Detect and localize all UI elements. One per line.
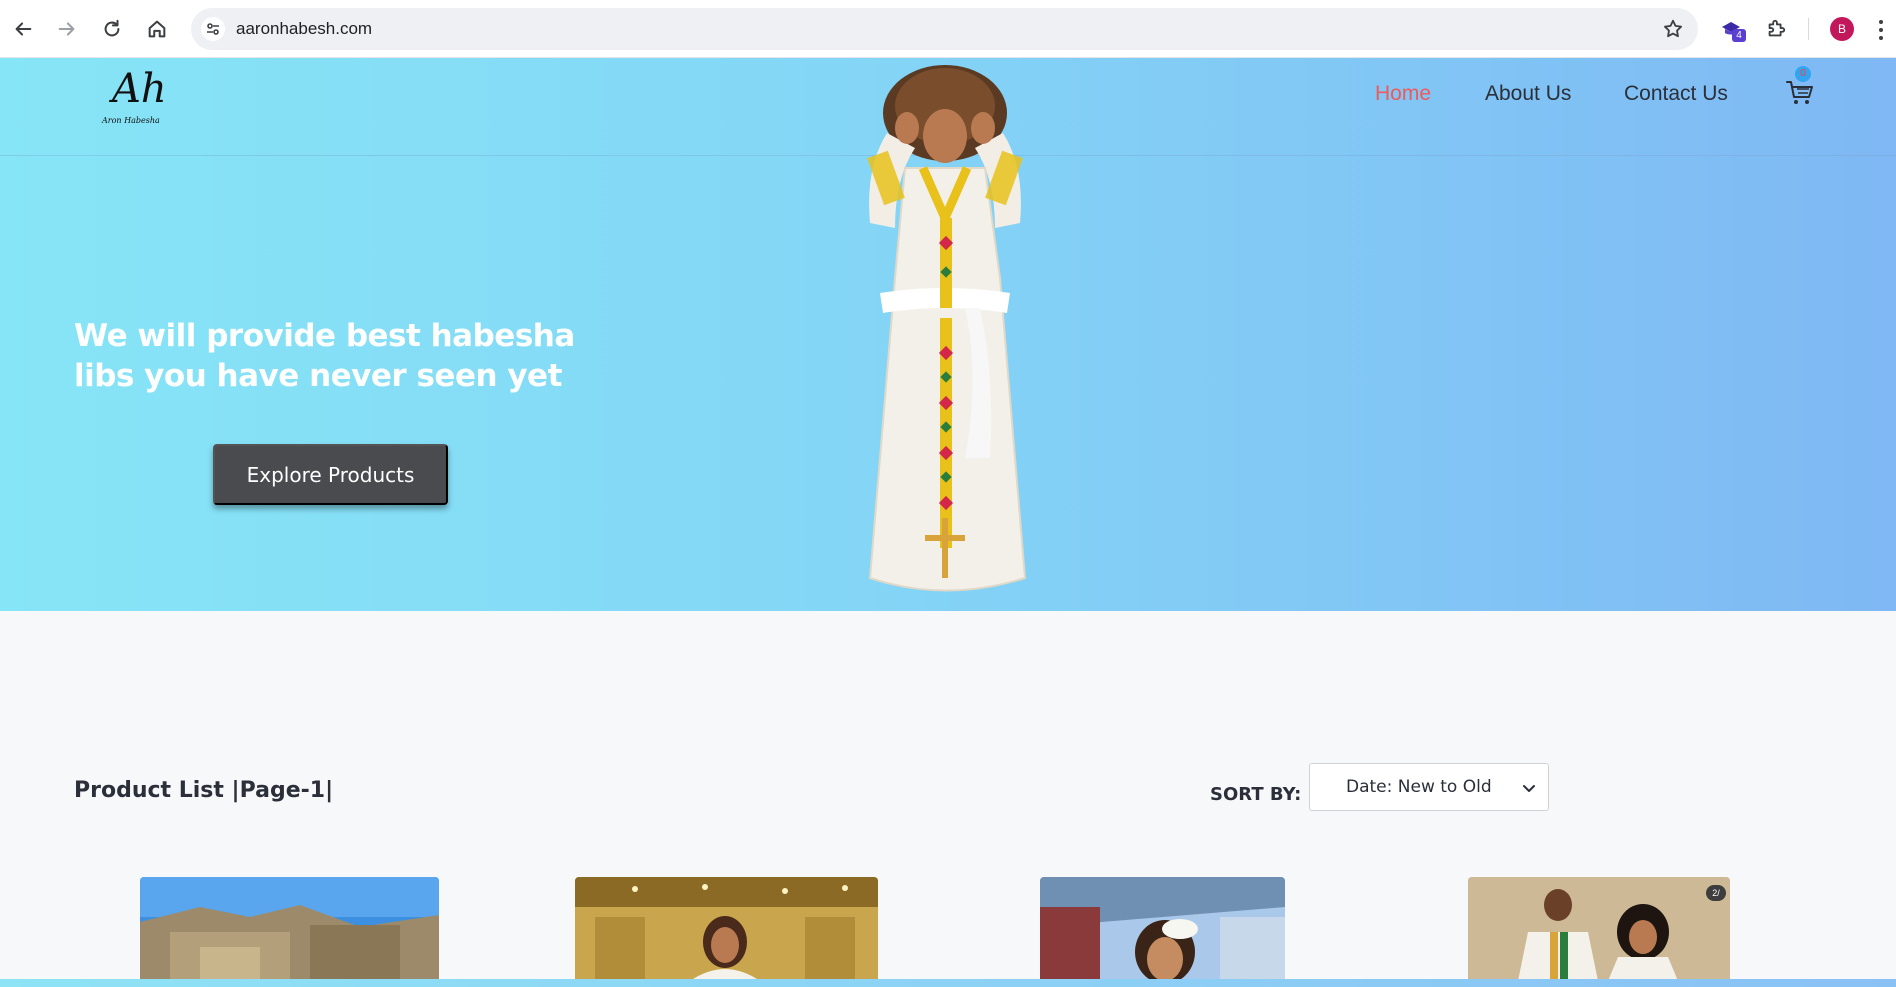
explore-products-button[interactable]: Explore Products bbox=[213, 444, 448, 505]
nav-contact-us[interactable]: Contact Us bbox=[1624, 82, 1728, 122]
hero-title: We will provide best habesha libs you ha… bbox=[74, 318, 575, 394]
extension-badge: 4 bbox=[1732, 29, 1746, 42]
sort-select[interactable]: Date: New to Old bbox=[1309, 763, 1549, 811]
address-bar[interactable]: aaronhabesh.com bbox=[191, 8, 1698, 50]
hero-model-image bbox=[795, 58, 1095, 611]
chevron-down-icon bbox=[1523, 785, 1535, 792]
product-card-image[interactable]: 2/ bbox=[1468, 877, 1730, 981]
cart-count-badge: 0 bbox=[1795, 66, 1811, 82]
puzzle-icon[interactable] bbox=[1763, 16, 1789, 42]
product-card-image[interactable] bbox=[575, 877, 878, 981]
sort-select-value: Date: New to Old bbox=[1346, 777, 1492, 797]
logo-mark: Ah bbox=[112, 66, 167, 112]
product-list-title: Product List |Page-1| bbox=[74, 778, 334, 803]
back-icon[interactable] bbox=[8, 14, 38, 44]
bookmark-star-icon[interactable] bbox=[1662, 18, 1684, 40]
product-card-image[interactable] bbox=[140, 877, 439, 981]
nav-about-us[interactable]: About Us bbox=[1485, 82, 1571, 122]
toolbar-divider bbox=[1808, 18, 1809, 40]
url-text[interactable]: aaronhabesh.com bbox=[236, 19, 372, 39]
home-icon[interactable] bbox=[142, 14, 172, 44]
nav-home[interactable]: Home bbox=[1375, 82, 1431, 122]
hero-section: Ah Aron Habesha Home About Us Contact Us… bbox=[0, 58, 1896, 611]
forward-icon[interactable] bbox=[52, 14, 82, 44]
browser-toolbar: aaronhabesh.com 4 B bbox=[0, 0, 1896, 58]
sort-label: SORT BY: bbox=[1210, 784, 1302, 805]
profile-avatar[interactable]: B bbox=[1830, 17, 1854, 41]
extension-icon[interactable]: 4 bbox=[1718, 16, 1746, 42]
more-icon[interactable] bbox=[1878, 19, 1884, 41]
carousel-indicator: 2/ bbox=[1706, 885, 1726, 901]
site-logo[interactable]: Ah Aron Habesha bbox=[100, 66, 170, 130]
reload-icon[interactable] bbox=[97, 14, 127, 44]
bottom-strip bbox=[0, 979, 1896, 987]
site-info-icon[interactable] bbox=[201, 17, 225, 41]
logo-text: Aron Habesha bbox=[102, 116, 160, 125]
cart-icon[interactable] bbox=[1785, 78, 1815, 108]
product-card-image[interactable] bbox=[1040, 877, 1285, 981]
